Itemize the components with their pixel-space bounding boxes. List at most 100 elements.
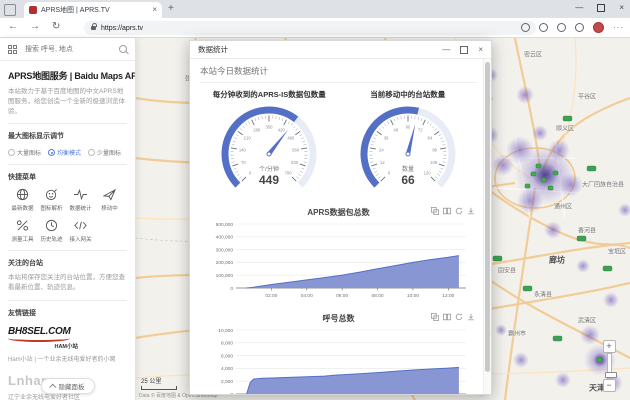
pulse-icon	[74, 188, 87, 201]
map-city-label: 平谷区	[578, 92, 596, 101]
quick-item-gateway[interactable]: 接入网关	[66, 219, 95, 243]
radio-icon	[8, 149, 15, 156]
modal-close-icon[interactable]: ×	[478, 46, 483, 54]
window-close-icon[interactable]: ×	[619, 4, 624, 12]
quick-item-latest-data[interactable]: 最新数据	[8, 188, 37, 212]
link-bh8sel[interactable]: BH8SEL.COM HAM小站 Ham小站 | 一个业余无线电爱好者的小窝	[8, 326, 127, 363]
map-zoom-out-button[interactable]: −	[603, 379, 616, 392]
modal-scrollbar[interactable]	[483, 59, 491, 394]
browser-tab[interactable]: APRS地图 | APRS.TV ×	[24, 2, 162, 18]
radio-icon-selected	[48, 149, 55, 156]
modal-maximize-icon[interactable]	[460, 46, 468, 54]
svg-text:96: 96	[432, 147, 437, 152]
paper-plane-icon	[103, 188, 116, 201]
browser-tabstrip: APRS地图 | APRS.TV × + — ×	[0, 0, 630, 18]
svg-text:6,000: 6,000	[221, 353, 233, 359]
tab-list-icon[interactable]	[4, 4, 16, 16]
toolbar-extension-icon[interactable]	[557, 23, 566, 32]
svg-text:72: 72	[418, 127, 423, 132]
toolbox-tile-icon[interactable]	[443, 313, 451, 321]
svg-text:08:00: 08:00	[372, 293, 384, 299]
svg-text:24: 24	[379, 147, 384, 152]
svg-text:0: 0	[387, 171, 390, 176]
back-icon[interactable]: ←	[8, 21, 18, 32]
modal-scrollbar-thumb[interactable]	[485, 62, 490, 372]
svg-text:140: 140	[239, 147, 247, 152]
quick-item-moving[interactable]: 移动中	[95, 188, 124, 212]
toolbox-download-icon[interactable]	[467, 313, 475, 321]
lock-icon	[91, 26, 96, 30]
toolbar-extension-icon[interactable]	[521, 23, 530, 32]
forward-icon[interactable]: →	[30, 21, 40, 32]
density-section-title: 最大图标显示调节	[8, 131, 127, 141]
map-zoom-slider[interactable]	[607, 353, 612, 379]
radio-many-icons[interactable]: 大量图标	[8, 148, 41, 157]
svg-text:60: 60	[405, 125, 410, 130]
radio-few-icons[interactable]: 少量图标	[88, 148, 121, 157]
radio-icon	[88, 149, 95, 156]
statistics-modal: 数据统计 — × 本站今日数据统计 每分钟收到的APRS-IS数据包数量 070…	[189, 40, 492, 395]
toolbox-tile-icon[interactable]	[443, 207, 451, 215]
svg-text:700: 700	[285, 171, 293, 176]
grid-icon[interactable]	[8, 45, 17, 54]
toolbar-extension-icon[interactable]	[575, 23, 584, 32]
quick-item-measure-tool[interactable]: 测量工具	[8, 219, 37, 243]
modal-minimize-icon[interactable]: —	[442, 46, 450, 54]
radio-balanced-mode[interactable]: 均衡模式	[48, 148, 81, 157]
tab-close-icon[interactable]: ×	[152, 6, 157, 14]
reload-icon[interactable]: ↻	[52, 21, 60, 32]
area-chart-callsigns: 02,0004,0006,0008,00010,00002:0004:0006:…	[200, 324, 477, 394]
gauge-packets-per-minute: 070140210280350420490560630700个/分钟449	[201, 100, 337, 205]
browser-menu-icon[interactable]: ···	[613, 23, 624, 32]
map-city-label: 宝坻区	[608, 247, 626, 256]
svg-text:48: 48	[393, 127, 398, 132]
modal-title: 数据统计	[198, 44, 442, 55]
tab-title: APRS地图 | APRS.TV	[41, 5, 148, 15]
new-tab-button[interactable]: +	[168, 3, 174, 14]
bh8sel-caption: Ham小站 | 一个业余无线电爱好者的小窝	[8, 354, 127, 363]
toolbox-download-icon[interactable]	[467, 207, 475, 215]
tab-favicon-icon	[29, 6, 37, 14]
profile-avatar[interactable]	[593, 22, 604, 33]
svg-text:0: 0	[230, 286, 233, 292]
hide-panel-button[interactable]: 隐藏面板	[41, 378, 95, 394]
toolbox-restore-icon[interactable]	[455, 313, 463, 321]
bh8sel-logo: BH8SEL.COM	[8, 326, 127, 337]
modal-header[interactable]: 数据统计 — ×	[190, 41, 491, 59]
toolbox-stack-icon[interactable]	[431, 313, 439, 321]
quick-menu-title: 快捷菜单	[8, 172, 127, 182]
svg-text:10,000: 10,000	[218, 328, 233, 334]
chart-toolbox	[431, 207, 475, 215]
quick-item-icon-parse[interactable]: 图标解析	[37, 188, 66, 212]
toolbox-restore-icon[interactable]	[455, 207, 463, 215]
svg-text:0: 0	[230, 392, 233, 394]
map-city-label: 密云区	[524, 50, 542, 59]
svg-text:12: 12	[380, 160, 385, 165]
quick-item-statistics[interactable]: 数据统计	[66, 188, 95, 212]
sidebar: APRS地图服务 | Baidu Maps APRS 本站致力于基于百度地图的中…	[0, 38, 136, 400]
gauge-title-packets: 每分钟收到的APRS-IS数据包数量	[213, 89, 326, 100]
links-section-title: 友情链接	[8, 308, 127, 318]
address-bar[interactable]: https://aprs.tv	[84, 21, 536, 35]
search-icon[interactable]	[119, 45, 127, 53]
sidebar-search-row	[0, 38, 135, 61]
modal-heading: 本站今日数据统计	[200, 65, 477, 83]
quick-item-history-track[interactable]: 历史轨迹	[37, 219, 66, 243]
chart-block-packets: APRS数据包总数 0100,000200,000300,000400,0005…	[200, 207, 477, 311]
smiley-icon	[45, 188, 58, 201]
map-zoom-in-button[interactable]: +	[603, 340, 616, 353]
window-minimize-icon[interactable]: —	[575, 4, 583, 12]
svg-text:420: 420	[278, 127, 286, 132]
toolbox-stack-icon[interactable]	[431, 207, 439, 215]
search-input[interactable]	[23, 45, 113, 54]
toolbar-extension-icon[interactable]	[539, 23, 548, 32]
svg-text:100,000: 100,000	[216, 273, 234, 279]
svg-text:500,000: 500,000	[216, 222, 234, 228]
window-maximize-icon[interactable]	[597, 4, 605, 12]
map-zoom-handle[interactable]	[605, 372, 617, 378]
intro-text: 本站致力于基于百度地图的中文APRS地图服务，给您创造一个全新的极速浏览体验。	[8, 87, 127, 116]
svg-text:108: 108	[430, 160, 438, 165]
map-city-label: 固安县	[498, 266, 516, 275]
svg-text:490: 490	[288, 136, 296, 141]
page-title: APRS地图服务 | Baidu Maps APRS	[8, 69, 127, 82]
